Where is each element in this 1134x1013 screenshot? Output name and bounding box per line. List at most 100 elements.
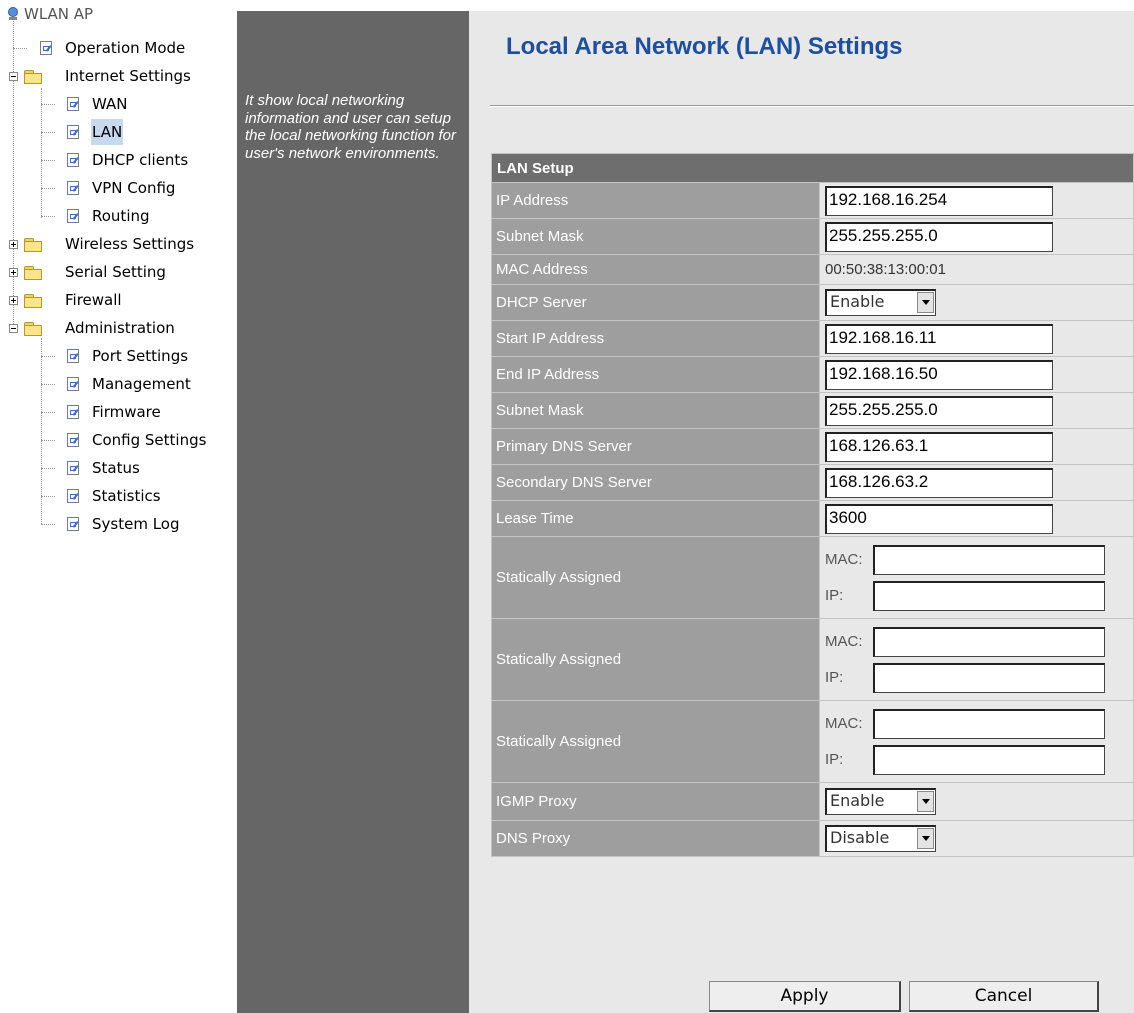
tree-item-label: System Log [92,515,180,533]
mac-address-value: 00:50:38:13:00:01 [819,254,1134,285]
static-ip-input[interactable] [873,744,1105,775]
page-icon [67,377,79,391]
dropdown-arrow-icon[interactable] [917,828,934,849]
ip-label: IP: [825,586,844,604]
dns-proxy-value: Disable [830,828,890,847]
dhcp-server-value: Enable [830,292,885,311]
section-header-row: LAN Setup [491,153,1134,183]
expand-icon[interactable] [9,268,18,277]
static-assigned-label: Statically Assigned [491,536,820,619]
table-row: Primary DNS Server 168.126.63.1 [491,428,1134,465]
dhcp-server-label: DHCP Server [491,284,820,321]
page-title: Local Area Network (LAN) Settings [506,33,903,60]
end-ip-label: End IP Address [491,356,820,393]
tree-item-label: Serial Setting [65,263,166,281]
mac-address-label: MAC Address [491,254,820,285]
mac-label: MAC: [825,550,863,568]
page-icon [67,489,79,503]
tree-item-label: Config Settings [92,431,207,449]
page-icon [67,125,79,139]
lease-time-input[interactable]: 3600 [825,503,1053,534]
dhcp-server-select[interactable]: Enable [825,289,936,316]
table-row: DNS Proxy Disable [491,820,1134,857]
ip-label: IP: [825,750,844,768]
page-icon [67,517,79,531]
tree-item-label: Internet Settings [65,67,191,85]
lease-time-label: Lease Time [491,500,820,537]
page: WLAN AP Operation Mode Internet Settings… [0,0,1134,1013]
static-mac-input[interactable] [873,708,1105,739]
dhcp-subnet-mask-input[interactable]: 255.255.255.0 [825,395,1053,426]
table-row: MAC Address 00:50:38:13:00:01 [491,254,1134,285]
collapse-icon[interactable] [9,72,18,81]
table-row: Subnet Mask 255.255.255.0 [491,392,1134,429]
tree-item-label: WAN [92,95,128,113]
tree-item-label: Firmware [92,403,161,421]
static-mac-input[interactable] [873,544,1105,575]
page-icon [67,209,79,223]
open-folder-icon [24,70,42,84]
page-icon [67,153,79,167]
table-row: Start IP Address 192.168.16.11 [491,320,1134,357]
tree-item-label: Statistics [92,487,161,505]
start-ip-input[interactable]: 192.168.16.11 [825,323,1053,354]
table-row: IGMP Proxy Enable [491,782,1134,821]
tree-item-label: Wireless Settings [65,235,195,253]
ip-label: IP: [825,668,844,686]
tree-item-label: LAN [91,119,124,145]
collapse-icon[interactable] [9,324,18,333]
ip-address-label: IP Address [491,182,820,219]
static-ip-input[interactable] [873,580,1105,611]
cancel-button[interactable]: Cancel [909,981,1099,1012]
page-icon [67,461,79,475]
table-row: Lease Time 3600 [491,500,1134,537]
tree-item-label: Management [92,375,191,393]
tree-item-label: Administration [65,319,175,337]
tree-item-label: Port Settings [92,347,189,365]
table-row: DHCP Server Enable [491,284,1134,321]
subnet-mask-input[interactable]: 255.255.255.0 [825,221,1053,252]
static-ip-input[interactable] [873,662,1105,693]
table-row: Subnet Mask 255.255.255.0 [491,218,1134,255]
folder-icon [24,294,42,308]
igmp-proxy-label: IGMP Proxy [491,782,820,821]
ip-address-input[interactable]: 192.168.16.254 [825,185,1053,216]
static-mac-input[interactable] [873,626,1105,657]
table-row: Statically Assigned MAC: IP: [491,536,1134,619]
folder-icon [24,266,42,280]
start-ip-label: Start IP Address [491,320,820,357]
tree-item-label: Operation Mode [65,39,186,57]
apply-button[interactable]: Apply [709,981,901,1012]
tree-item-label: VPN Config [92,179,176,197]
dropdown-arrow-icon[interactable] [917,292,934,313]
mac-label: MAC: [825,714,863,732]
page-icon [67,97,79,111]
main-content: Local Area Network (LAN) Settings LAN Se… [469,11,1134,1013]
primary-dns-input[interactable]: 168.126.63.1 [825,431,1053,462]
page-icon [67,433,79,447]
end-ip-input[interactable]: 192.168.16.50 [825,359,1053,390]
title-divider [490,105,1134,107]
table-row: Statically Assigned MAC: IP: [491,700,1134,783]
primary-dns-label: Primary DNS Server [491,428,820,465]
dropdown-arrow-icon[interactable] [917,791,934,812]
expand-icon[interactable] [9,296,18,305]
help-description: It show local networking information and… [245,92,456,162]
network-globe-icon [8,7,18,20]
folder-icon [24,238,42,252]
dns-proxy-select[interactable]: Disable [825,825,936,852]
static-assigned-label: Statically Assigned [491,700,820,783]
secondary-dns-label: Secondary DNS Server [491,464,820,501]
table-row: Secondary DNS Server 168.126.63.2 [491,464,1134,501]
secondary-dns-input[interactable]: 168.126.63.2 [825,467,1053,498]
expand-icon[interactable] [9,240,18,249]
page-icon [40,41,52,55]
open-folder-icon [24,322,42,336]
mac-label: MAC: [825,632,863,650]
tree-root-label: WLAN AP [24,5,94,23]
navigation-tree: WLAN AP Operation Mode Internet Settings… [0,0,237,1013]
tree-item-label: Routing [92,207,150,225]
lan-setup-table: LAN Setup IP Address 192.168.16.254 Subn… [491,153,1134,857]
igmp-proxy-select[interactable]: Enable [825,788,936,815]
dhcp-subnet-mask-label: Subnet Mask [491,392,820,429]
